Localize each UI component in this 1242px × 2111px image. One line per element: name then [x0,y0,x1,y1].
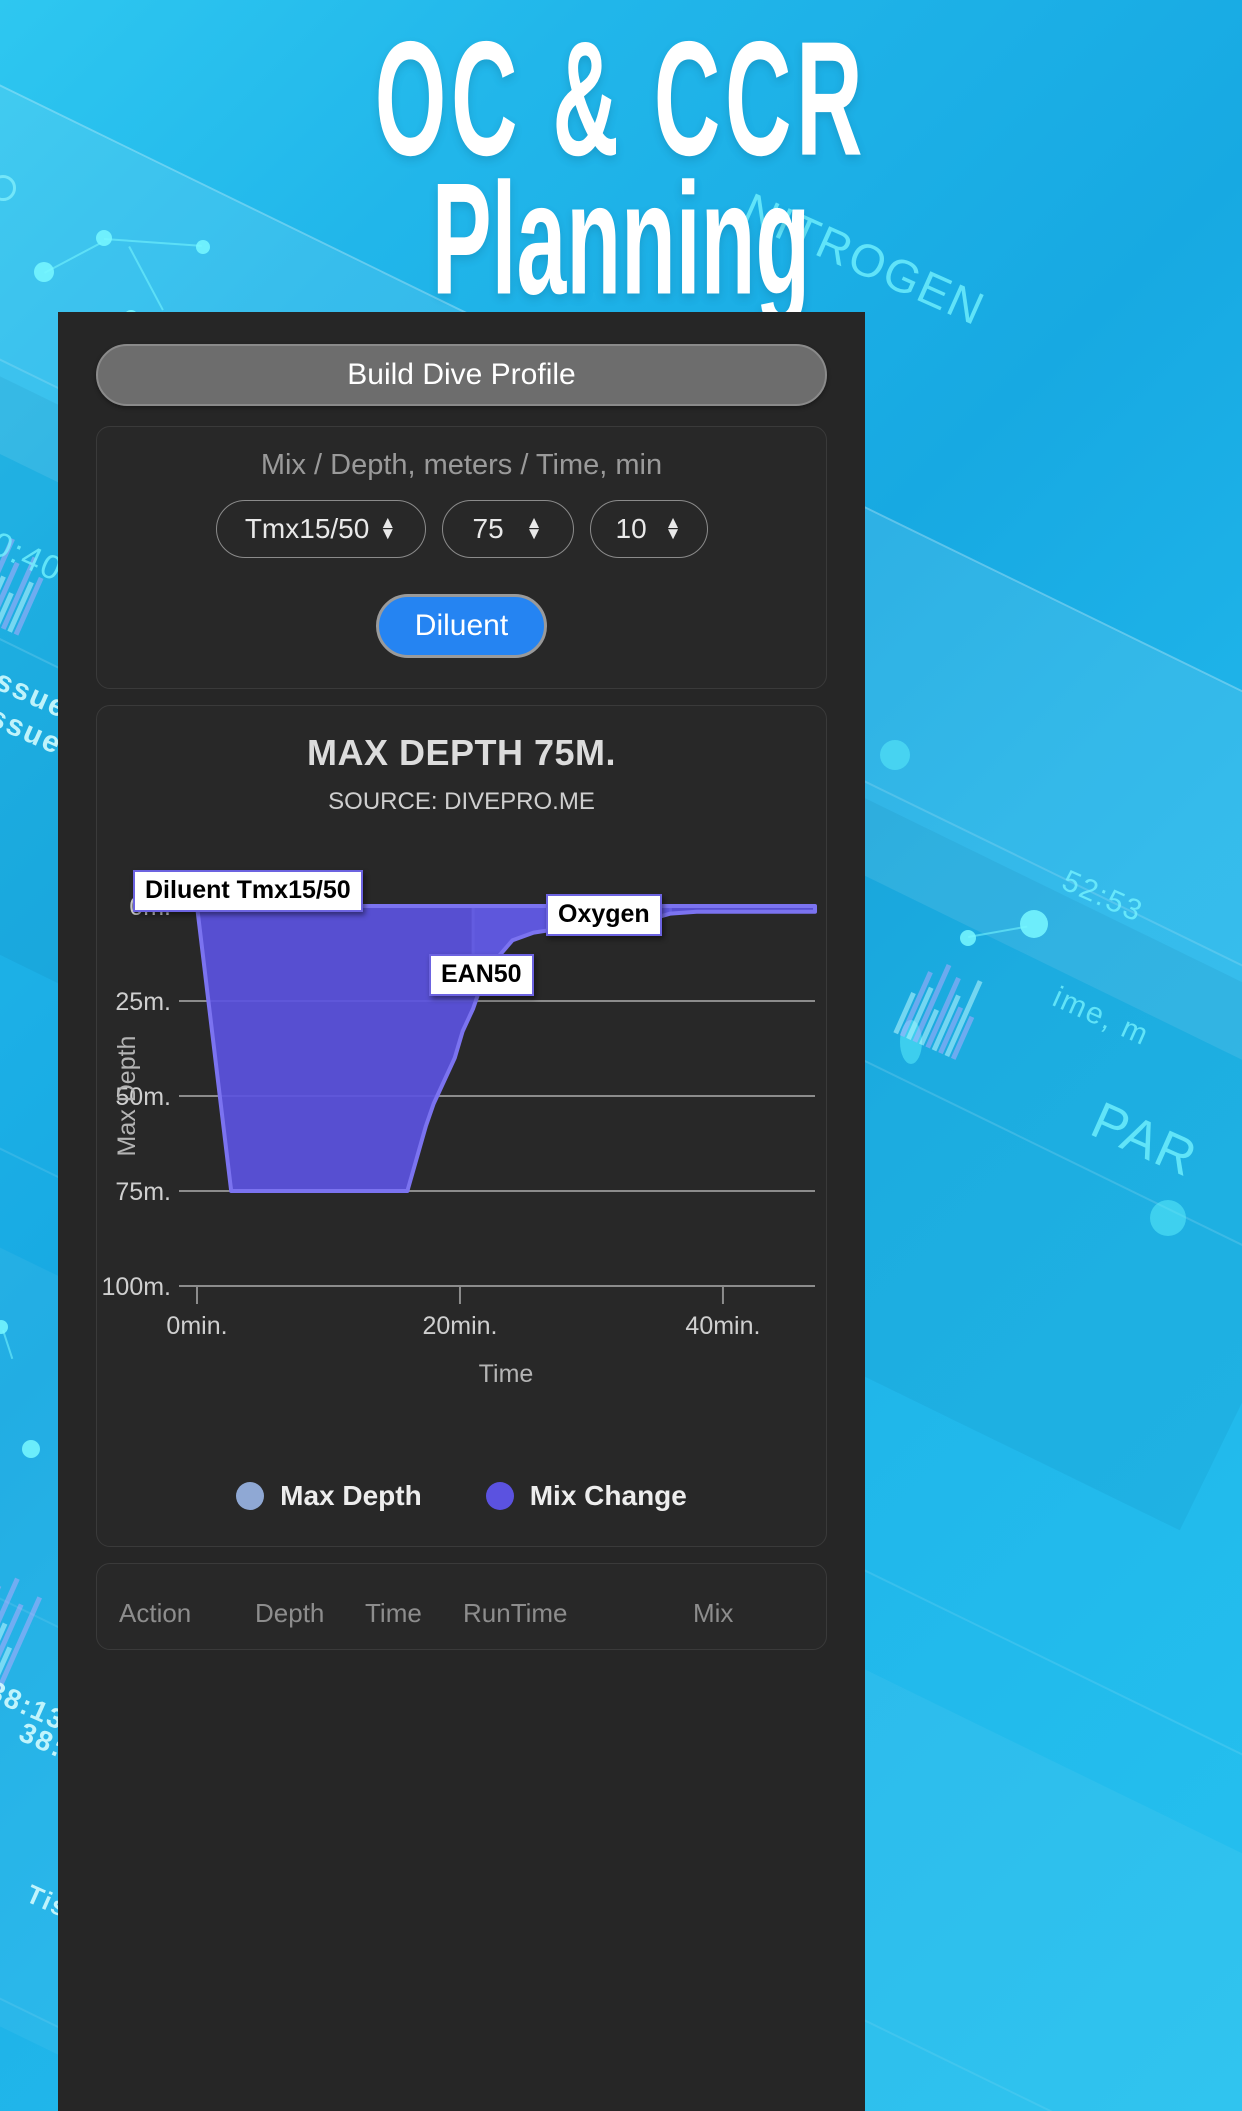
svg-text:Time: Time [479,1360,534,1388]
blob [880,740,910,770]
legend-swatch [236,1482,265,1510]
annotation-diluent: Diluent Tmx15/50 [133,870,363,912]
hero-title: OC & CCR Planning [0,0,1242,320]
legend-label: Max Depth [280,1480,422,1511]
time-select-value: 10 [615,513,647,544]
diluent-button-row: Diluent [97,594,826,658]
chevron-updown-icon: ▲ ▼ [525,513,543,543]
table-header-time: Time [365,1598,422,1628]
mix-select-value: Tmx15/50 [244,513,370,544]
legend-item-mix-change: Mix Change [485,1480,687,1512]
build-dive-profile-button[interactable]: Build Dive Profile [96,344,827,406]
diluent-button[interactable]: Diluent [375,594,548,658]
svg-text:75m.: 75m. [115,1178,171,1206]
mix-card-label: Mix / Depth, meters / Time, min [260,449,663,481]
dive-profile-chart-card: MAX DEPTH 75M. SOURCE: DIVEPRO.ME 0m.25m… [96,705,827,1547]
dive-profile-plot: 0m.25m.50m.75m.100m.0min.20min.40min.Tim… [97,854,826,1454]
svg-text:100m.: 100m. [102,1273,171,1301]
svg-text:Max Depth: Max Depth [113,1036,141,1157]
hero-line-2: Planning [431,150,811,328]
node-dot [22,1440,40,1458]
svg-text:40min.: 40min. [685,1312,760,1340]
time-select[interactable]: 10 ▲ ▼ [589,500,708,558]
table-header-depth: Depth [255,1598,325,1628]
legend-label: Mix Change [529,1480,687,1511]
depth-select-value: 75 [472,513,504,544]
table-header-action: Action [119,1598,192,1628]
legend-swatch [485,1482,514,1510]
plot-svg: 0m.25m.50m.75m.100m.0min.20min.40min.Tim… [102,884,817,1388]
mix-input-card: Mix / Depth, meters / Time, min Tmx15/50… [96,426,827,689]
mix-select[interactable]: Tmx15/50 ▲ ▼ [215,500,426,558]
depth-select[interactable]: 75 ▲ ▼ [441,500,574,558]
chevron-updown-icon: ▲ ▼ [664,513,682,543]
chart-legend: Max Depth Mix Change [97,1480,826,1512]
node-dot [1020,910,1048,938]
dive-plan-table-card: Action Depth Time RunTime Mix [96,1563,827,1650]
table-header-mix: Mix [693,1598,734,1628]
table-header-row: Action Depth Time RunTime Mix [97,1598,826,1629]
annotation-ean50: EAN50 [429,954,534,996]
mix-selector-row: Tmx15/50 ▲ ▼ 75 ▲ ▼ 10 ▲ ▼ [97,500,826,558]
annotation-oxygen: Oxygen [546,894,662,936]
chart-source: SOURCE: DIVEPRO.ME [328,788,595,815]
chevron-updown-icon: ▲ ▼ [379,513,397,543]
svg-text:25m.: 25m. [115,988,171,1016]
legend-item-max-depth: Max Depth [236,1480,422,1512]
svg-text:20min.: 20min. [422,1312,497,1340]
chart-title: MAX DEPTH 75M. [306,732,617,773]
table-header-runtime: RunTime [463,1598,568,1628]
svg-text:0min.: 0min. [166,1312,227,1340]
app-panel: Build Dive Profile Mix / Depth, meters /… [58,312,865,2111]
blob [1150,1200,1186,1236]
